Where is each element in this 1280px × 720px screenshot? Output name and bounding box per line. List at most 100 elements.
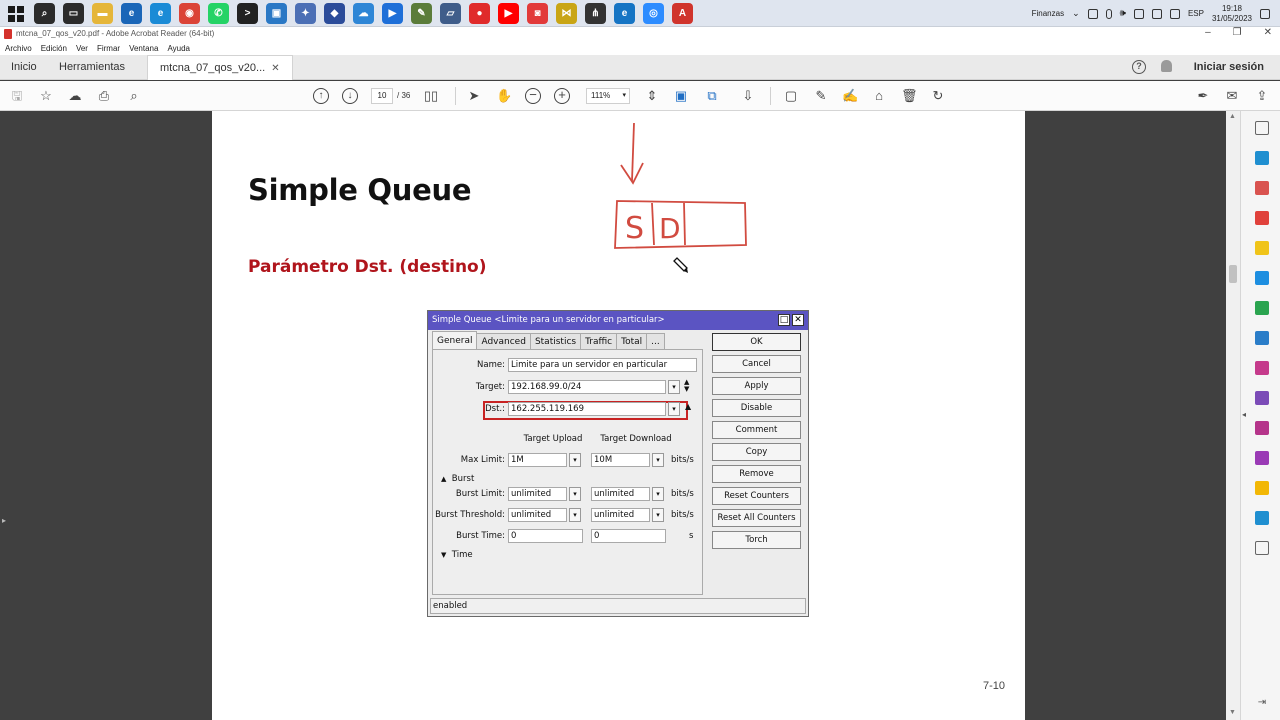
target-field[interactable]: 192.168.99.0/24 xyxy=(508,380,666,394)
star-icon[interactable]: ☆ xyxy=(38,88,54,104)
download-tools-icon[interactable]: ⇩ xyxy=(740,88,756,104)
trash-icon[interactable]: 🗑 xyxy=(901,88,918,104)
burst-threshold-upload-field[interactable]: unlimited xyxy=(508,508,567,522)
previous-page-icon[interactable]: ↑ xyxy=(313,88,329,104)
burst-limit-download-field[interactable]: unlimited xyxy=(591,487,650,501)
scroll-down-icon[interactable]: ▼ xyxy=(1229,709,1236,716)
stamp-icon[interactable]: ⌂ xyxy=(871,88,887,104)
rotate-icon[interactable]: ↻ xyxy=(930,88,946,104)
notifications-icon[interactable] xyxy=(1260,8,1270,19)
task-view-icon[interactable]: ▭ xyxy=(63,3,84,24)
burst-limit-download-dropdown-icon[interactable]: ▾ xyxy=(652,487,664,501)
apply-button[interactable]: Apply xyxy=(712,377,801,395)
protect-icon[interactable] xyxy=(1255,421,1269,435)
collapse-panel-icon[interactable]: ⇥ xyxy=(1255,696,1269,710)
save-icon[interactable]: 🖫 xyxy=(9,88,25,104)
burst-threshold-download-dropdown-icon[interactable]: ▾ xyxy=(652,508,664,522)
redact-icon[interactable] xyxy=(1255,451,1269,465)
zoom-tool-icon[interactable] xyxy=(1255,121,1269,135)
dst-field[interactable]: 162.255.119.169 xyxy=(508,402,666,416)
page-number-input[interactable]: 10 xyxy=(371,88,393,104)
tab-document[interactable]: mtcna_07_qos_v20... ✕ xyxy=(147,55,293,80)
tray-label[interactable]: Finanzas xyxy=(1032,9,1064,18)
torch-button[interactable]: Torch xyxy=(712,531,801,549)
windows-start-icon[interactable] xyxy=(8,6,24,22)
dialog-tab[interactable]: Total xyxy=(616,333,648,349)
terminal-icon[interactable]: > xyxy=(237,3,258,24)
dst-collapse-icon[interactable]: ▲ xyxy=(685,402,691,411)
remote-desktop-icon[interactable]: ▣ xyxy=(266,3,287,24)
recorder-icon[interactable]: ● xyxy=(469,3,490,24)
draw-icon[interactable]: ✍ xyxy=(842,88,858,104)
photos-icon[interactable]: ✎ xyxy=(411,3,432,24)
burst-limit-upload-dropdown-icon[interactable]: ▾ xyxy=(569,487,581,501)
tab-close-icon[interactable]: ✕ xyxy=(271,63,279,74)
fill-sign-icon[interactable] xyxy=(1255,361,1269,375)
comment-icon[interactable]: ▢ xyxy=(783,88,799,104)
menu-item[interactable]: Firmar xyxy=(97,44,120,53)
minimize-icon[interactable]: – xyxy=(1205,27,1211,38)
burst-time-upload-field[interactable]: 0 xyxy=(508,529,583,543)
dialog-tab[interactable]: Statistics xyxy=(529,333,582,349)
close-icon[interactable]: ✕ xyxy=(1264,27,1272,38)
acrobat-icon[interactable]: A xyxy=(672,3,693,24)
chevron-up-icon[interactable]: ⌄ xyxy=(1072,8,1080,19)
menu-item[interactable]: Edición xyxy=(41,44,67,53)
media-player-icon[interactable]: ▶ xyxy=(382,3,403,24)
share-icon[interactable]: ⇪ xyxy=(1254,88,1270,104)
microphone-icon[interactable] xyxy=(1105,8,1112,19)
more-tools-icon[interactable] xyxy=(1255,541,1269,555)
zoom-in-icon[interactable]: + xyxy=(554,88,570,104)
combine-files-icon[interactable] xyxy=(1255,301,1269,315)
burst-time-download-field[interactable]: 0 xyxy=(591,529,666,543)
speaker-icon[interactable]: 🕪 xyxy=(1120,8,1126,19)
edit-pdf-icon[interactable] xyxy=(1255,181,1269,195)
zoom-select[interactable]: 111% ▾ xyxy=(586,88,630,104)
edge-icon[interactable]: e xyxy=(150,3,171,24)
battery-icon[interactable] xyxy=(1087,8,1098,19)
dst-dropdown-icon[interactable]: ▾ xyxy=(668,402,680,416)
comment-button[interactable]: Comment xyxy=(712,421,801,439)
max-limit-upload-dropdown-icon[interactable]: ▾ xyxy=(569,453,581,467)
camera-app-icon[interactable]: ◙ xyxy=(527,3,548,24)
target-updown-icon[interactable]: ▲ ▼ xyxy=(684,379,689,393)
file-explorer-icon[interactable]: ▬ xyxy=(92,3,113,24)
dialog-tab[interactable]: ... xyxy=(646,333,665,349)
reset-all-counters-button[interactable]: Reset All Counters xyxy=(712,509,801,527)
search-icon[interactable]: ⌕ xyxy=(34,3,55,24)
print-icon[interactable]: ⎙ xyxy=(96,88,112,104)
network-icon[interactable] xyxy=(1133,8,1144,19)
copy-button[interactable]: Copy xyxy=(712,443,801,461)
zoom-icon[interactable]: ◎ xyxy=(643,3,664,24)
clock[interactable]: 19:18 31/05/2023 xyxy=(1212,4,1252,24)
remove-button[interactable]: Remove xyxy=(712,465,801,483)
max-limit-download-field[interactable]: 10M xyxy=(591,453,650,467)
export-pdf-icon[interactable] xyxy=(1255,151,1269,165)
notes-icon[interactable]: ▱ xyxy=(440,3,461,24)
maximize-icon[interactable]: □ xyxy=(778,314,790,326)
send-for-signature-icon[interactable] xyxy=(1255,391,1269,405)
burst-section[interactable]: ▲ Burst xyxy=(441,474,474,484)
burst-threshold-download-field[interactable]: unlimited xyxy=(591,508,650,522)
help-icon[interactable]: ? xyxy=(1132,60,1146,74)
mail-icon[interactable]: ✉ xyxy=(1224,88,1240,104)
youtube-icon[interactable]: ▶ xyxy=(498,3,519,24)
scan-icon[interactable]: ▣ xyxy=(673,88,689,104)
compress-icon[interactable] xyxy=(1255,511,1269,525)
tab-tools[interactable]: Herramientas xyxy=(59,55,125,80)
chrome-icon[interactable]: ◉ xyxy=(179,3,200,24)
language-indicator[interactable]: ESP xyxy=(1188,9,1204,18)
next-page-icon[interactable]: ↓ xyxy=(342,88,358,104)
max-limit-download-dropdown-icon[interactable]: ▾ xyxy=(652,453,664,467)
cloud-upload-icon[interactable]: ☁ xyxy=(67,88,83,104)
menu-item[interactable]: Ver xyxy=(76,44,88,53)
ok-button[interactable]: OK xyxy=(712,333,801,351)
comment-tool-icon[interactable] xyxy=(1255,241,1269,255)
scroll-thumb[interactable] xyxy=(1229,265,1237,283)
whatsapp-icon[interactable]: ✆ xyxy=(208,3,229,24)
scan-ocr-icon[interactable] xyxy=(1255,331,1269,345)
name-field[interactable]: Limite para un servidor en particular xyxy=(508,358,697,372)
burst-threshold-upload-dropdown-icon[interactable]: ▾ xyxy=(569,508,581,522)
dialog-tab[interactable]: Advanced xyxy=(476,333,531,349)
search-icon[interactable]: ⌕ xyxy=(126,88,142,104)
